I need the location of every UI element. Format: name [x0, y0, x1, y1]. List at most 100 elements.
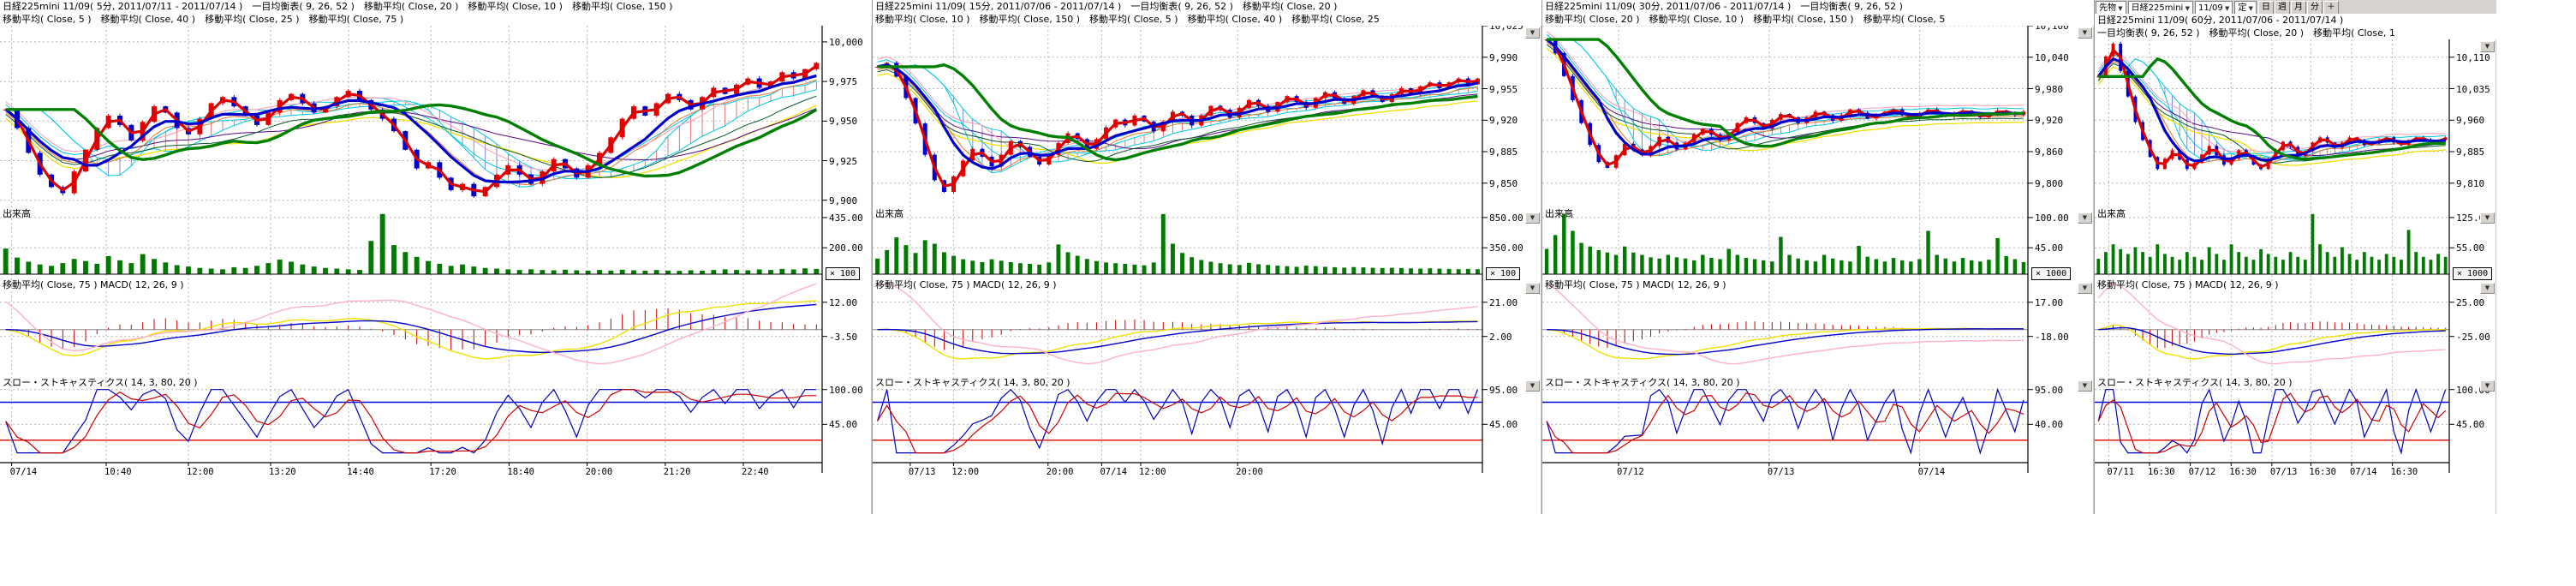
header-legend-line2: 移動平均( Close, 20 ) 移動平均( Close, 10 ) 移動平均…	[1542, 13, 2094, 26]
price-axis-label: 17.00	[2035, 297, 2063, 308]
price-axis-label: 95.00	[1489, 385, 1518, 396]
price-axis-label: 9,800	[2035, 178, 2063, 189]
toolbar-select-label: 日経225mini	[2132, 3, 2184, 13]
price-axis-label: 9,850	[1489, 178, 1518, 189]
price-axis-label: 9,960	[2456, 115, 2484, 126]
stoch-section-label: スロー・ストキャスティクス( 14, 3, 80, 20 )	[1545, 375, 1740, 389]
time-axis-label: 07/14	[1918, 467, 1946, 477]
price-axis-label: 435.00	[829, 212, 863, 224]
chart-panel-5min: 日経225mini 11/09( 5分, 2011/07/11 - 2011/0…	[0, 0, 872, 514]
price-axis-label: 95.00	[2035, 385, 2063, 396]
time-axis-label: 07/13	[909, 467, 936, 477]
ma-macd-section-label: 移動平均( Close, 75 ) MACD( 12, 26, 9 )	[3, 278, 184, 291]
price-axis-label: 350.00	[1489, 242, 1524, 254]
ma-macd-section-label: 移動平均( Close, 75 ) MACD( 12, 26, 9 )	[1545, 278, 1726, 291]
pane-dropdown-button[interactable]: ▼	[2480, 212, 2495, 224]
toolbar-button-1[interactable]: 週	[2275, 1, 2290, 14]
volume-section-label: 出来高	[3, 206, 31, 220]
chevron-down-icon: ▼	[2116, 5, 2123, 12]
pane-dropdown-button[interactable]: ▼	[1525, 27, 1540, 39]
price-axis-label: 21.00	[1489, 297, 1518, 308]
time-axis-label: 07/13	[1768, 467, 1795, 477]
price-axis-label: 9,900	[829, 195, 857, 206]
toolbar-button-4[interactable]: ＋	[2323, 1, 2339, 14]
chevron-down-icon: ▼	[2083, 284, 2087, 291]
time-axis-label: 13:20	[269, 467, 296, 477]
price-axis-label: 9,885	[1489, 146, 1518, 158]
pane-dropdown-button[interactable]: ▼	[1525, 212, 1540, 224]
toolbar-select-label: 定	[2238, 3, 2246, 13]
header-legend-line1: 日経225mini 11/09( 30分, 2011/07/06 - 2011/…	[1542, 0, 2094, 13]
toolbar-button-3[interactable]: 分	[2307, 1, 2323, 14]
pane-dropdown-button[interactable]: ▼	[2078, 283, 2092, 294]
price-axis-label: 9,920	[2035, 115, 2063, 126]
price-chart-canvas[interactable]	[1542, 0, 2095, 481]
chart-toolbar: 先物 ▼日経225mini ▼11/09 ▼定 ▼日週月分＋	[2095, 0, 2496, 14]
price-chart-canvas[interactable]	[0, 0, 872, 481]
chevron-down-icon: ▼	[1530, 29, 1535, 36]
time-axis-label: 16:30	[2391, 467, 2418, 477]
price-axis-label: 2.00	[1489, 332, 1512, 343]
time-axis-label: 12:00	[187, 467, 214, 477]
price-axis-label: 10,000	[829, 37, 863, 48]
time-axis-label: 07/14	[10, 467, 38, 477]
panel-header: 日経225mini 11/09( 30分, 2011/07/06 - 2011/…	[1542, 0, 2094, 26]
multiplier-badge: × 1000	[2453, 267, 2492, 280]
pane-dropdown-button[interactable]: ▼	[2078, 27, 2092, 39]
time-axis-label: 16:30	[2309, 467, 2336, 477]
price-axis-label: -25.00	[2456, 332, 2490, 343]
chevron-down-icon: ▼	[2246, 5, 2253, 12]
time-axis-label: 16:30	[2229, 467, 2257, 477]
header-legend-line2: 移動平均( Close, 10 ) 移動平均( Close, 150 ) 移動平…	[873, 13, 1541, 26]
chevron-down-icon: ▼	[2083, 214, 2087, 221]
price-axis-label: 10,035	[2456, 84, 2490, 95]
stoch-section-label: スロー・ストキャスティクス( 14, 3, 80, 20 )	[875, 375, 1070, 389]
price-axis-label: 9,925	[829, 156, 857, 167]
time-axis-label: 12:00	[951, 467, 979, 477]
pane-dropdown-button[interactable]: ▼	[2480, 41, 2495, 52]
time-axis-label: 18:40	[507, 467, 534, 477]
toolbar-button-2[interactable]: 月	[2291, 1, 2306, 14]
price-axis-label: -18.00	[2035, 332, 2069, 343]
toolbar-button-0[interactable]: 日	[2258, 1, 2274, 14]
chevron-down-icon: ▼	[2485, 214, 2490, 221]
stoch-section-label: スロー・ストキャスティクス( 14, 3, 80, 20 )	[2097, 375, 2293, 389]
price-axis-label: 9,920	[1489, 115, 1518, 126]
price-chart-canvas[interactable]	[873, 0, 1542, 481]
time-axis-label: 07/14	[1100, 467, 1127, 477]
time-axis-label: 16:30	[2148, 467, 2175, 477]
toolbar-select-2[interactable]: 11/09 ▼	[2195, 1, 2233, 14]
pane-dropdown-button[interactable]: ▼	[2480, 283, 2495, 294]
price-axis-label: 25.00	[2456, 297, 2484, 308]
price-axis-label: 45.00	[829, 419, 857, 430]
pane-dropdown-button[interactable]: ▼	[1525, 283, 1540, 294]
price-axis-label: 9,980	[2035, 84, 2063, 95]
price-axis-label: 12.00	[829, 297, 857, 308]
price-axis-label: 9,950	[829, 116, 857, 127]
price-axis-label: 100.00	[2035, 212, 2069, 224]
header-legend-line1: 日経225mini 11/09( 5分, 2011/07/11 - 2011/0…	[0, 0, 872, 13]
chevron-down-icon: ▼	[2485, 382, 2490, 389]
price-axis-label: 9,975	[829, 76, 857, 87]
time-axis-label: 20:00	[1046, 467, 1074, 477]
pane-dropdown-button[interactable]: ▼	[2480, 380, 2495, 392]
volume-section-label: 出来高	[875, 206, 903, 220]
toolbar-select-0[interactable]: 先物 ▼	[2096, 1, 2126, 14]
time-axis-label: 07/11	[2107, 467, 2134, 477]
toolbar-select-label: 先物	[2099, 3, 2116, 13]
price-chart-canvas[interactable]	[2095, 0, 2497, 481]
pane-dropdown-button[interactable]: ▼	[2078, 212, 2092, 224]
toolbar-select-1[interactable]: 日経225mini ▼	[2128, 1, 2193, 14]
header-legend-line1: 日経225mini 11/09( 15分, 2011/07/06 - 2011/…	[873, 0, 1541, 13]
stoch-section-label: スロー・ストキャスティクス( 14, 3, 80, 20 )	[3, 375, 198, 389]
price-axis-label: 55.00	[2456, 242, 2484, 254]
pane-dropdown-button[interactable]: ▼	[2078, 380, 2092, 392]
price-axis-label: 45.00	[2035, 242, 2063, 254]
chart-panel-60min: 先物 ▼日経225mini ▼11/09 ▼定 ▼日週月分＋日経225mini …	[2094, 0, 2496, 514]
toolbar-select-3[interactable]: 定 ▼	[2234, 1, 2257, 14]
price-axis-label: 9,810	[2456, 178, 2484, 189]
price-axis-label: 850.00	[1489, 212, 1524, 224]
header-legend-line1: 日経225mini 11/09( 60分, 2011/07/06 - 2011/…	[2095, 14, 2496, 27]
pane-dropdown-button[interactable]: ▼	[1525, 380, 1540, 392]
multiplier-badge: × 100	[1486, 267, 1520, 280]
